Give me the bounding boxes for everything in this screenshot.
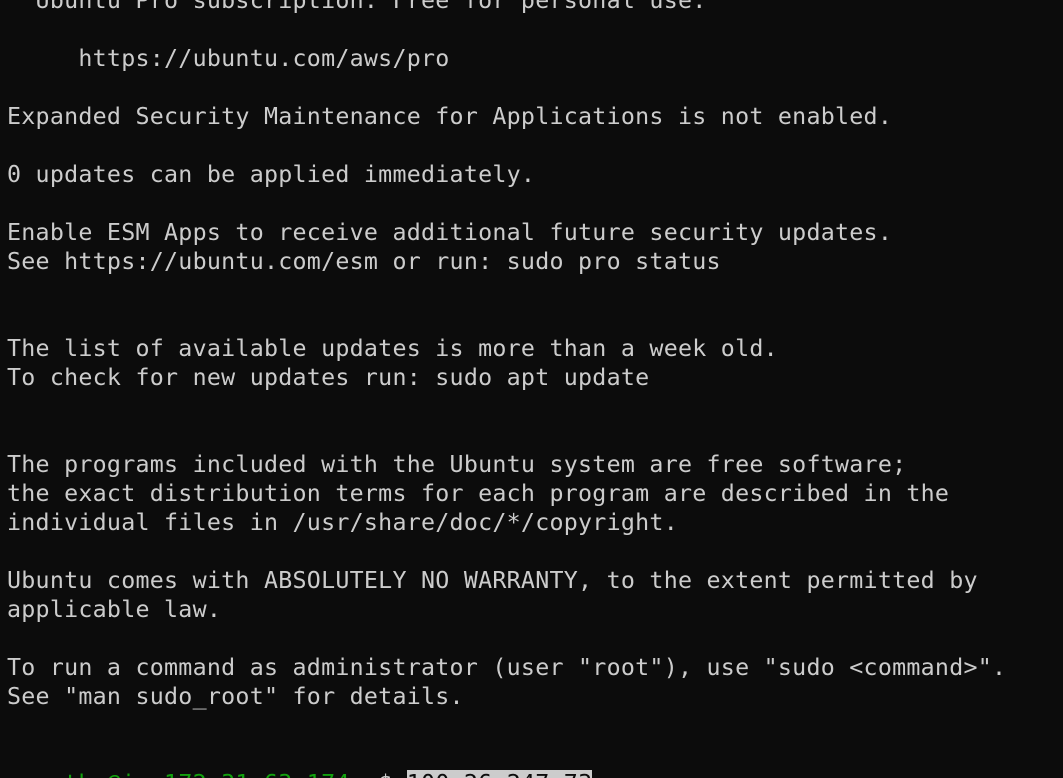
output-line: The programs included with the Ubuntu sy…	[7, 451, 907, 478]
prompt-user-host: tbz@ip-172-31-63-174	[64, 770, 350, 778]
output-line: To run a command as administrator (user …	[7, 654, 1007, 681]
output-line: See "man sudo_root" for details.	[7, 683, 464, 710]
output-line: 0 updates can be applied immediately.	[7, 161, 536, 188]
output-line: The list of available updates is more th…	[7, 335, 778, 362]
prompt-path: ~	[364, 770, 378, 778]
output-line: https://ubuntu.com/aws/pro	[7, 45, 450, 72]
output-line: See https://ubuntu.com/esm or run: sudo …	[7, 248, 721, 275]
selected-text[interactable]: 100.26.247.73	[406, 770, 593, 778]
prompt-colon: :	[350, 770, 364, 778]
terminal-window[interactable]: Ubuntu Pro subscription. Free for person…	[0, 0, 1063, 778]
command-prompt-line[interactable]: tbz@ip-172-31-63-174:~$ 100.26.247.73	[7, 740, 593, 778]
output-line: individual files in /usr/share/doc/*/cop…	[7, 509, 678, 536]
prompt-symbol: $	[378, 770, 407, 778]
output-line: applicable law.	[7, 596, 222, 623]
output-line: Ubuntu Pro subscription. Free for person…	[7, 0, 707, 14]
output-line: the exact distribution terms for each pr…	[7, 480, 950, 507]
output-line: Enable ESM Apps to receive additional fu…	[7, 219, 893, 246]
output-line: Expanded Security Maintenance for Applic…	[7, 103, 893, 130]
output-line: To check for new updates run: sudo apt u…	[7, 364, 650, 391]
output-line: Ubuntu comes with ABSOLUTELY NO WARRANTY…	[7, 567, 978, 594]
